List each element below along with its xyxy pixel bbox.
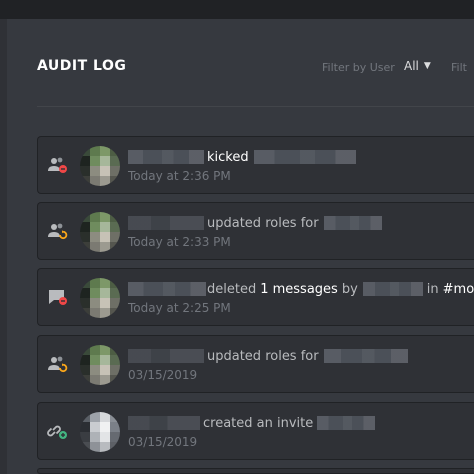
redacted-username[interactable]	[128, 150, 204, 164]
window-top-bar	[0, 0, 474, 19]
redacted-username[interactable]	[128, 416, 200, 430]
entry-timestamp: 03/15/2019	[128, 435, 198, 449]
redacted-username[interactable]	[128, 349, 204, 363]
entry-summary: updated roles for	[128, 214, 382, 232]
entry-timestamp: Today at 2:25 PM	[128, 301, 231, 315]
entry-action: deleted	[207, 281, 257, 297]
entry-summary: deleted 1 messages by in #mod	[128, 280, 474, 298]
entry-action: created an invite	[203, 415, 314, 431]
entry-action: updated roles for	[207, 215, 319, 231]
deleted-count: 1 messages	[260, 281, 338, 297]
member-role-update-icon	[48, 223, 68, 240]
redacted-target-username[interactable]	[253, 150, 356, 164]
avatar[interactable]	[80, 146, 120, 186]
sidebar-edge	[0, 19, 7, 474]
redacted-target-username[interactable]	[323, 216, 382, 230]
audit-log-entry[interactable]: kicked Today at 2:36 PM	[37, 136, 474, 194]
filter-by-user-dropdown[interactable]: All ▼	[404, 59, 431, 73]
audit-log-entry[interactable]: updated roles for Today at 2:33 PM	[37, 202, 474, 260]
by-word: by	[341, 281, 358, 297]
redacted-target-username[interactable]	[323, 349, 408, 363]
avatar[interactable]	[80, 278, 120, 318]
member-role-update-icon	[48, 356, 68, 373]
audit-log-entry[interactable]: updated roles for 03/15/2019	[37, 335, 474, 393]
message-delete-icon	[49, 290, 67, 305]
filter-by-action-label[interactable]: Filt	[451, 61, 467, 74]
in-word: in	[426, 281, 439, 297]
entry-timestamp: Today at 2:33 PM	[128, 235, 231, 249]
redacted-target-username[interactable]	[362, 282, 423, 296]
member-kick-icon	[48, 157, 67, 173]
avatar[interactable]	[80, 412, 120, 452]
entry-summary: kicked	[128, 148, 356, 166]
channel-link[interactable]: #mod	[443, 282, 474, 297]
filter-by-user-value: All	[404, 59, 419, 73]
page-title: AUDIT LOG	[37, 58, 127, 74]
invite-create-icon	[47, 425, 67, 439]
entry-summary: created an invite	[128, 414, 376, 432]
entry-action: updated roles for	[207, 348, 319, 364]
chevron-down-icon: ▼	[423, 61, 431, 71]
avatar[interactable]	[80, 345, 120, 385]
audit-log-entry[interactable]	[37, 468, 474, 474]
audit-log-entry[interactable]: deleted 1 messages by in #mod Today at 2…	[37, 268, 474, 326]
entry-summary: updated roles for	[128, 347, 408, 365]
avatar[interactable]	[80, 212, 120, 252]
redacted-username[interactable]	[128, 282, 206, 296]
redacted-username[interactable]	[128, 216, 204, 230]
entry-action: kicked	[207, 149, 249, 165]
filter-by-user-label: Filter by User	[322, 61, 395, 74]
entry-timestamp: Today at 2:36 PM	[128, 169, 231, 183]
redacted-invite-code[interactable]	[317, 416, 376, 430]
audit-log-entry[interactable]: created an invite 03/15/2019	[37, 402, 474, 460]
header-divider	[37, 106, 474, 107]
entry-timestamp: 03/15/2019	[128, 368, 198, 382]
